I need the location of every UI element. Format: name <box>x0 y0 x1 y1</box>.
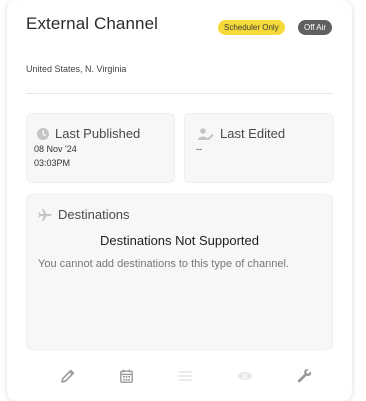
last-edited-header: Last Edited <box>198 126 285 141</box>
plane-icon <box>38 208 52 221</box>
channel-title: External Channel <box>26 14 159 33</box>
list-icon <box>178 369 192 387</box>
preview-button[interactable] <box>235 368 255 388</box>
last-published-date: 08 Nov '24 <box>34 144 77 154</box>
last-edited-value: -- <box>196 144 202 154</box>
last-published-label: Last Published <box>55 126 141 141</box>
edit-button[interactable] <box>58 368 78 388</box>
last-edited-label: Last Edited <box>220 126 286 141</box>
destinations-label: Destinations <box>58 207 130 222</box>
last-published-header: Last Published <box>37 126 140 141</box>
user-edit-icon <box>198 127 214 140</box>
scheduler-only-badge: Scheduler Only <box>218 20 285 35</box>
channel-region: United States, N. Virginia <box>26 64 127 74</box>
destinations-message: You cannot add destinations to this type… <box>38 258 289 270</box>
pencil-icon <box>61 369 75 388</box>
last-edited-panel: Last Edited -- <box>184 113 334 183</box>
off-air-badge: Off Air <box>298 20 333 35</box>
channel-card: External Channel Scheduler Only Off Air … <box>7 0 352 401</box>
destinations-panel: Destinations Destinations Not Supported … <box>26 194 333 350</box>
schedule-button[interactable] <box>116 368 136 388</box>
eye-icon <box>237 369 253 387</box>
calendar-icon <box>119 369 133 388</box>
destinations-not-supported-heading: Destinations Not Supported <box>100 233 259 248</box>
clock-icon <box>37 127 49 140</box>
last-published-panel: Last Published 08 Nov '24 03:03PM <box>26 113 175 183</box>
destinations-header: Destinations <box>38 207 130 222</box>
channel-toolbar <box>26 368 333 388</box>
playlist-button[interactable] <box>175 368 195 388</box>
last-published-time: 03:03PM <box>34 158 71 168</box>
wrench-icon <box>297 368 312 388</box>
header-divider <box>26 93 333 94</box>
settings-button[interactable] <box>294 368 314 388</box>
